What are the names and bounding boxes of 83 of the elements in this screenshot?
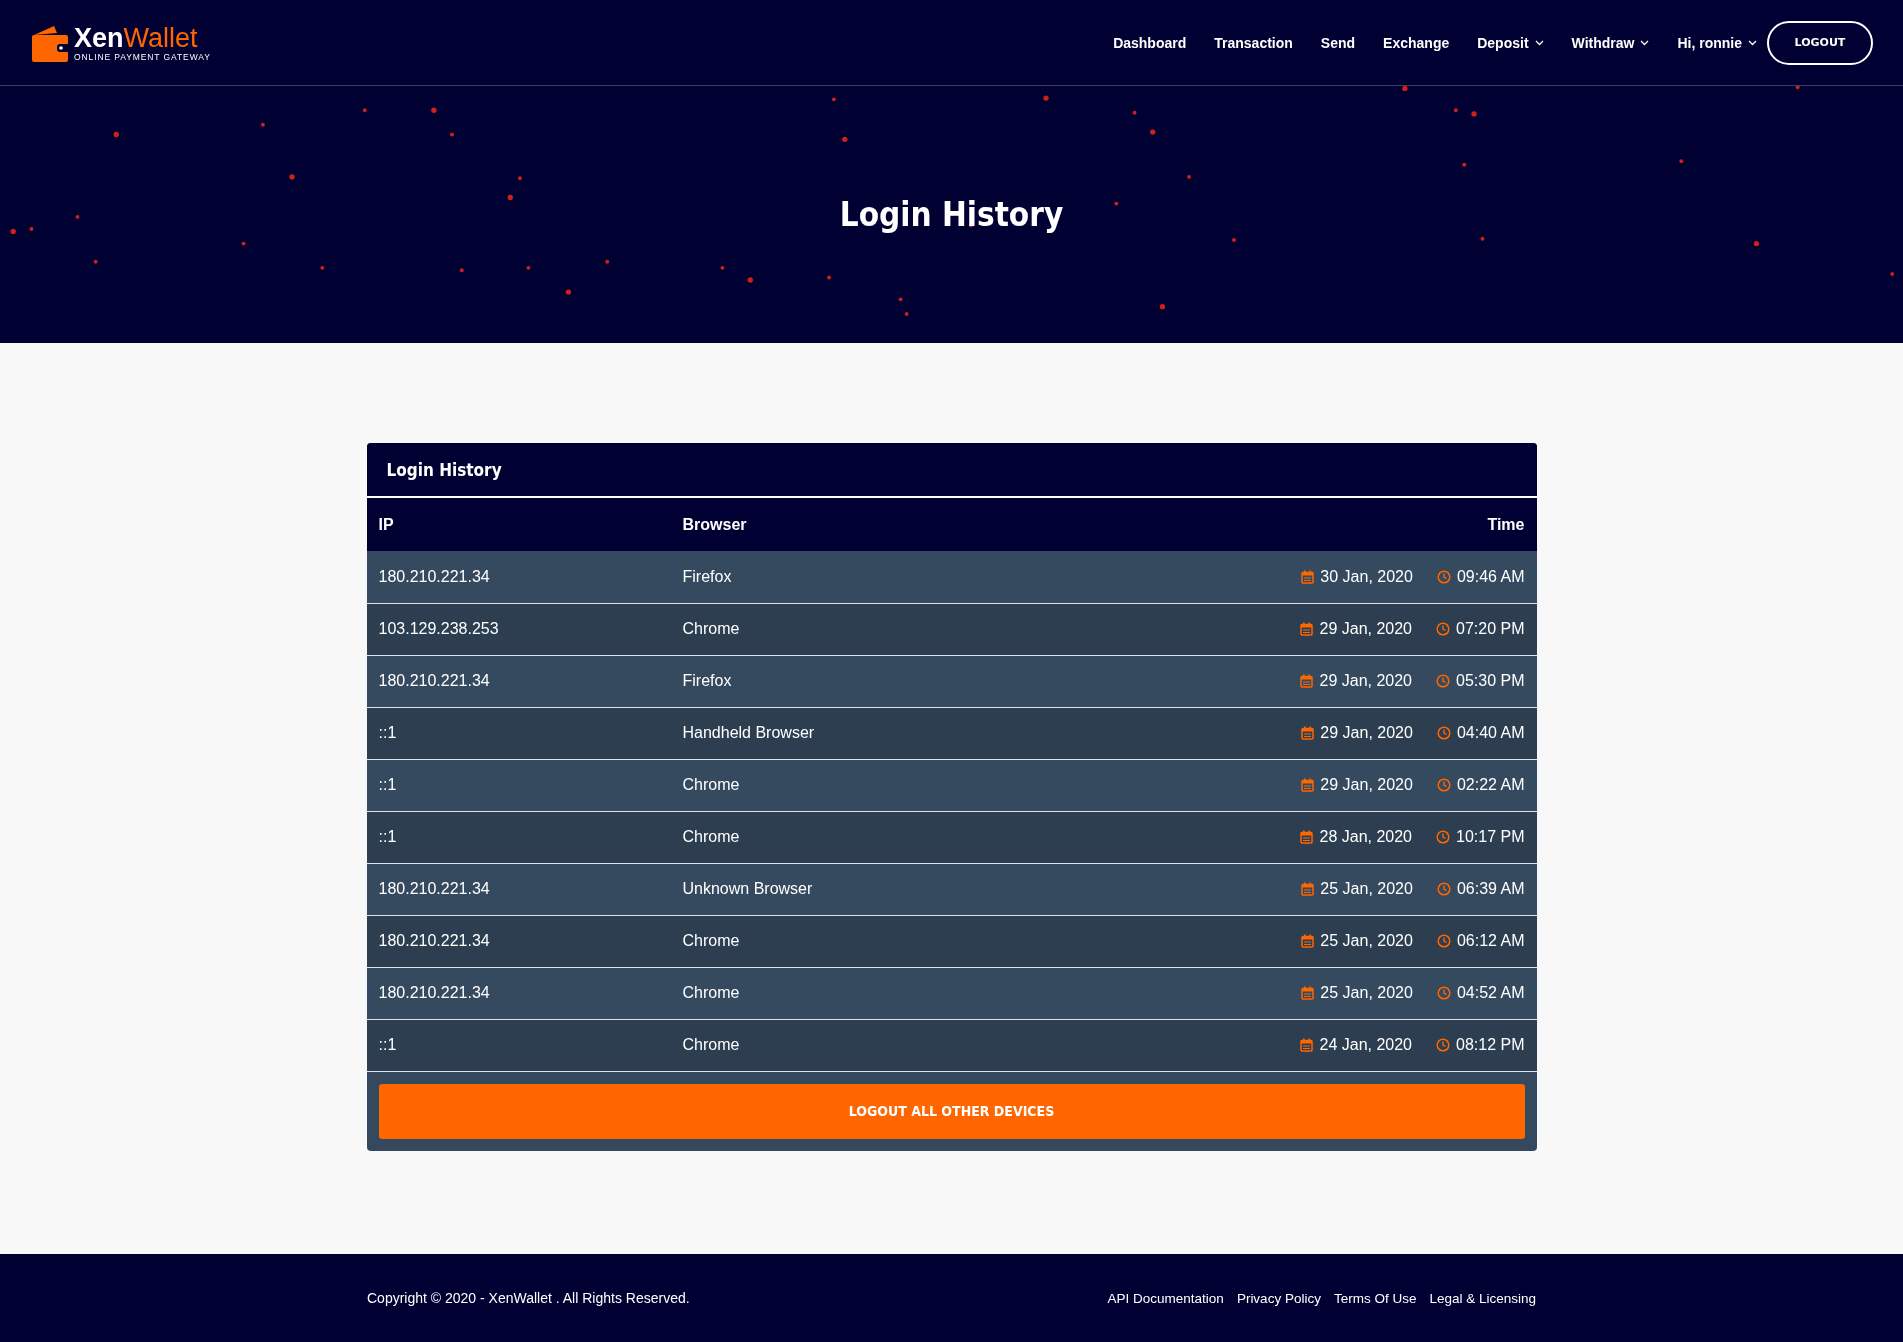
nav-link[interactable]: Hi, ronnie bbox=[1677, 34, 1757, 51]
card-title: Login History bbox=[386, 459, 502, 480]
browser-cell: Firefox bbox=[670, 551, 1005, 603]
column-header: IP bbox=[366, 498, 671, 551]
browser-cell: Firefox bbox=[670, 655, 1005, 707]
browser-cell: Unknown Browser bbox=[670, 863, 1005, 915]
footer-link[interactable]: API Documentation bbox=[1107, 1290, 1224, 1306]
clock-icon bbox=[1436, 830, 1450, 844]
copyright-text: Copyright © 2020 - XenWallet . All Rights Reserved. bbox=[367, 1290, 690, 1306]
chevron-down-icon bbox=[1640, 39, 1650, 46]
date-text: 29 Jan, 2020 bbox=[1319, 672, 1412, 690]
clock-icon bbox=[1436, 622, 1450, 636]
date-text: 25 Jan, 2020 bbox=[1320, 932, 1413, 950]
calendar-icon bbox=[1300, 622, 1314, 636]
brand-name: XenWallet bbox=[74, 23, 199, 52]
time-text: 08:12 PM bbox=[1456, 1036, 1525, 1054]
browser-cell: Chrome bbox=[670, 759, 1005, 811]
time-text: 09:46 AM bbox=[1456, 567, 1525, 586]
ip-cell: 180.210.221.34 bbox=[366, 551, 671, 603]
clock-icon bbox=[1436, 674, 1450, 688]
clock-icon bbox=[1436, 986, 1451, 1000]
browser-cell: Chrome bbox=[670, 1019, 1005, 1071]
column-header: Time bbox=[1004, 498, 1537, 551]
nav-link[interactable]: Send bbox=[1320, 34, 1356, 51]
ip-cell: 180.210.221.34 bbox=[366, 863, 671, 915]
footer-link[interactable]: Privacy Policy bbox=[1236, 1290, 1321, 1306]
ip-cell: 180.210.221.34 bbox=[366, 967, 671, 1019]
ip-cell: ::1 bbox=[366, 707, 671, 759]
browser-cell: Chrome bbox=[670, 811, 1005, 863]
ip-cell: 180.210.221.34 bbox=[366, 655, 671, 707]
ip-cell: ::1 bbox=[366, 759, 671, 811]
nav-link[interactable]: Dashboard bbox=[1113, 34, 1187, 51]
date-text: 25 Jan, 2020 bbox=[1320, 880, 1413, 898]
calendar-icon bbox=[1301, 569, 1315, 584]
brand-tagline: ONLINE PAYMENT GATEWAY bbox=[74, 51, 211, 62]
time-text: 04:52 AM bbox=[1456, 984, 1525, 1002]
clock-icon bbox=[1436, 569, 1451, 584]
time-text: 05:30 PM bbox=[1456, 672, 1525, 690]
time-text: 07:20 PM bbox=[1456, 620, 1525, 638]
calendar-icon bbox=[1301, 778, 1315, 792]
time-text: 02:22 AM bbox=[1456, 776, 1525, 794]
browser-cell: Chrome bbox=[670, 915, 1005, 967]
date-text: 25 Jan, 2020 bbox=[1320, 984, 1413, 1002]
calendar-icon bbox=[1300, 830, 1314, 844]
clock-icon bbox=[1436, 934, 1451, 948]
clock-icon bbox=[1436, 726, 1451, 740]
calendar-icon bbox=[1301, 986, 1315, 1000]
chevron-down-icon bbox=[1534, 39, 1544, 46]
date-text: 29 Jan, 2020 bbox=[1320, 724, 1413, 742]
time-text: 06:39 AM bbox=[1456, 880, 1525, 898]
ip-cell: ::1 bbox=[366, 1019, 671, 1071]
clock-icon bbox=[1436, 882, 1451, 896]
chevron-down-icon bbox=[1748, 39, 1757, 46]
nav-link[interactable]: Exchange bbox=[1383, 34, 1450, 51]
nav-link[interactable]: Withdraw bbox=[1571, 34, 1650, 51]
date-text: 29 Jan, 2020 bbox=[1319, 620, 1412, 638]
calendar-icon bbox=[1301, 934, 1315, 948]
ip-cell: 180.210.221.34 bbox=[366, 915, 671, 967]
footer-link[interactable]: Legal & Licensing bbox=[1429, 1290, 1536, 1306]
clock-icon bbox=[1436, 778, 1451, 792]
calendar-icon bbox=[1300, 674, 1314, 688]
date-text: 29 Jan, 2020 bbox=[1320, 776, 1413, 794]
nav-link[interactable]: Deposit bbox=[1477, 34, 1544, 51]
date-text: 24 Jan, 2020 bbox=[1319, 1036, 1412, 1054]
date-text: 28 Jan, 2020 bbox=[1319, 828, 1412, 846]
clock-icon bbox=[1436, 1038, 1450, 1052]
browser-cell: Handheld Browser bbox=[670, 707, 1005, 759]
ip-cell: ::1 bbox=[366, 811, 671, 863]
calendar-icon bbox=[1301, 882, 1315, 896]
date-text: 30 Jan, 2020 bbox=[1320, 567, 1413, 586]
calendar-icon bbox=[1300, 1038, 1314, 1052]
calendar-icon bbox=[1301, 726, 1315, 740]
nav-link[interactable]: Transaction bbox=[1214, 34, 1293, 51]
browser-cell: Chrome bbox=[670, 603, 1005, 655]
page-title: Login History bbox=[839, 195, 1064, 234]
time-text: 10:17 PM bbox=[1456, 828, 1525, 846]
column-header: Browser bbox=[670, 498, 1005, 551]
time-text: 04:40 AM bbox=[1456, 724, 1525, 742]
browser-cell: Chrome bbox=[670, 967, 1005, 1019]
ip-cell: 103.129.238.253 bbox=[366, 603, 671, 655]
logout-button[interactable]: LOGOUT bbox=[1767, 20, 1873, 65]
time-text: 06:12 AM bbox=[1456, 932, 1525, 950]
footer-link[interactable]: Terms Of Use bbox=[1333, 1290, 1417, 1306]
